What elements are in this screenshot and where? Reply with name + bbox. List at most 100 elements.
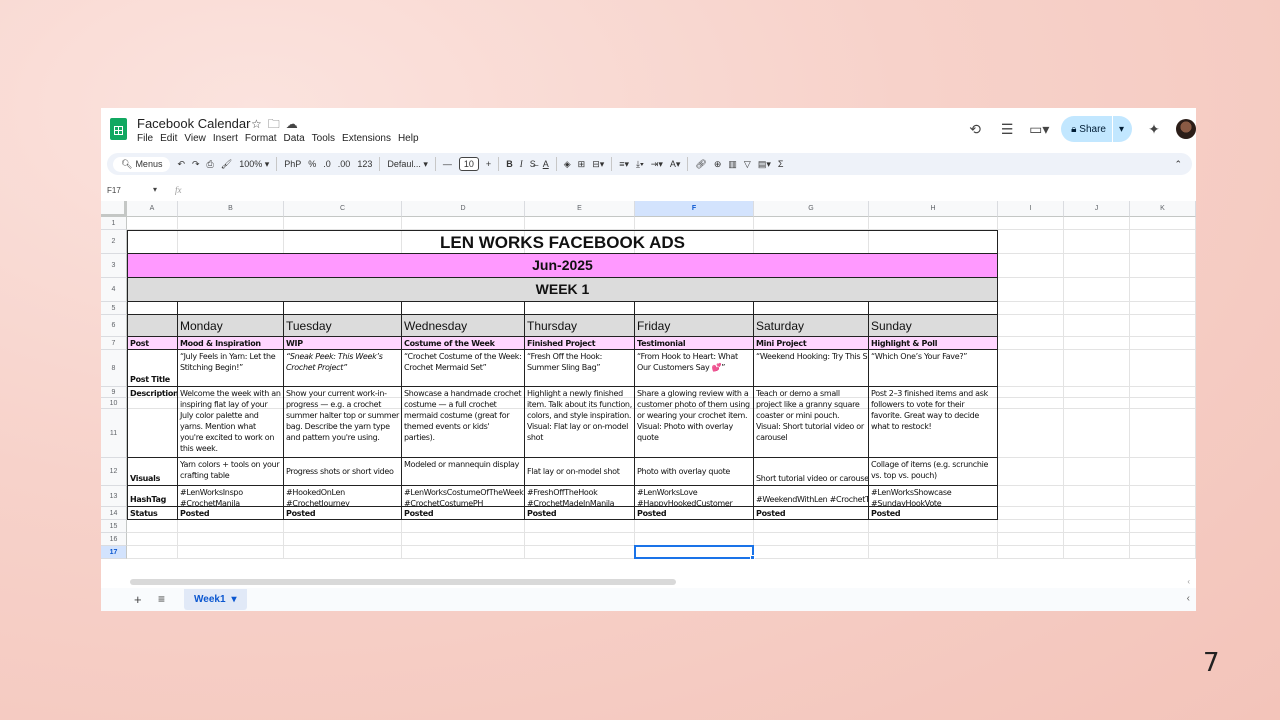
post-type-cell[interactable]: WIP xyxy=(284,337,402,350)
version-history-icon[interactable]: ⟲ xyxy=(965,121,985,138)
spacer-cell[interactable] xyxy=(635,302,754,315)
text-rotation-icon[interactable]: A▾ xyxy=(670,159,681,170)
row-header-1[interactable]: 1 xyxy=(101,217,127,230)
hashtag-cell[interactable]: #LenWorksInspo #CrochetManila xyxy=(178,486,284,507)
name-box[interactable]: F17 xyxy=(107,186,121,195)
row-header-12[interactable]: 12 xyxy=(101,458,127,486)
row-header-14[interactable]: 14 xyxy=(101,507,127,520)
name-box-dropdown-icon[interactable]: ▾ xyxy=(153,185,157,194)
post-title-cell[interactable]: “Sneak Peek: This Week’s Crochet Project… xyxy=(284,350,402,387)
redo-icon[interactable]: ↷ xyxy=(192,159,200,170)
spacer-cell[interactable] xyxy=(284,302,402,315)
row-header-7[interactable]: 7 xyxy=(101,337,127,350)
sheets-logo-icon[interactable] xyxy=(110,118,127,140)
visuals-cell[interactable]: Modeled or mannequin display xyxy=(402,458,525,486)
post-title-cell[interactable]: “From Hook to Heart: What Our Customers … xyxy=(635,350,754,387)
horizontal-align-icon[interactable]: ≡▾ xyxy=(619,159,629,170)
description-cell[interactable]: Highlight a newly finished item. Talk ab… xyxy=(525,387,635,458)
hashtag-cell[interactable]: #FreshOffTheHook #CrochetMadeInManila xyxy=(525,486,635,507)
scroll-right-icon[interactable]: ‹ xyxy=(1187,577,1190,586)
post-title-cell[interactable]: “Crochet Costume of the Week: Crochet Me… xyxy=(402,350,525,387)
menu-format[interactable]: Format xyxy=(245,133,277,144)
active-cell-selection[interactable] xyxy=(634,545,754,559)
select-all-corner[interactable] xyxy=(101,201,127,217)
spacer-cell[interactable] xyxy=(402,302,525,315)
row-header-8[interactable]: 8 xyxy=(101,350,127,387)
insert-link-icon[interactable]: 🔗︎ xyxy=(695,159,706,170)
day-header-friday[interactable]: Friday xyxy=(635,315,754,337)
comments-icon[interactable]: ☰ xyxy=(997,121,1017,138)
collapse-toolbar-icon[interactable]: ⌃ xyxy=(1174,159,1182,170)
row-label-description[interactable]: Description xyxy=(127,387,178,458)
more-formats-button[interactable]: 123 xyxy=(357,159,372,169)
share-dropdown-icon[interactable]: ▾ xyxy=(1119,124,1124,135)
filter-icon[interactable]: ▽ xyxy=(744,159,751,170)
row-label-status[interactable]: Status xyxy=(127,507,178,520)
share-button[interactable]: 🔒︎ Share ▾ xyxy=(1061,116,1132,142)
status-cell[interactable]: Posted xyxy=(635,507,754,520)
all-sheets-icon[interactable]: ≡ xyxy=(158,592,165,606)
menu-insert[interactable]: Insert xyxy=(213,133,238,144)
day-header-saturday[interactable]: Saturday xyxy=(754,315,869,337)
post-type-cell[interactable]: Finished Project xyxy=(525,337,635,350)
post-type-cell[interactable]: Costume of the Week xyxy=(402,337,525,350)
vertical-align-icon[interactable]: ⤓▾ xyxy=(636,159,644,170)
text-color-button[interactable]: A xyxy=(543,159,549,169)
column-header-j[interactable]: J xyxy=(1064,201,1130,217)
functions-icon[interactable]: Σ xyxy=(778,159,784,169)
spacer-cell[interactable] xyxy=(178,302,284,315)
column-header-f[interactable]: F xyxy=(635,201,754,217)
paint-format-icon[interactable]: 🖌︎ xyxy=(221,159,232,170)
zoom-select[interactable]: 100% ▾ xyxy=(239,159,269,170)
month-banner[interactable]: Jun-2025 xyxy=(127,254,998,278)
menu-edit[interactable]: Edit xyxy=(160,133,177,144)
description-cell[interactable]: Post 2–3 finished items and ask follower… xyxy=(869,387,998,458)
description-cell[interactable]: Show your current work-in-progress — e.g… xyxy=(284,387,402,458)
currency-format-button[interactable]: PhP xyxy=(284,159,301,169)
day-header-wednesday[interactable]: Wednesday xyxy=(402,315,525,337)
menus-search[interactable]: 🔍︎ Menus xyxy=(113,156,171,172)
sheet-tab-dropdown-icon[interactable]: ▾ xyxy=(232,594,237,605)
description-cell[interactable]: Share a glowing review with a customer p… xyxy=(635,387,754,458)
meet-camera-icon[interactable]: ▭▾ xyxy=(1029,121,1049,138)
hashtag-cell[interactable]: #LenWorksCostumeOfTheWeek #CrochetCostum… xyxy=(402,486,525,507)
insert-comment-icon[interactable]: ⊕ xyxy=(714,159,722,170)
row-label-post-title[interactable]: Post Title xyxy=(127,350,178,387)
horizontal-scrollbar[interactable] xyxy=(130,579,676,585)
merge-cells-icon[interactable]: ⊟▾ xyxy=(592,159,604,170)
row-label-hashtag[interactable]: HashTag xyxy=(127,486,178,507)
visuals-cell[interactable]: Photo with overlay quote xyxy=(635,458,754,486)
font-size-decrease-icon[interactable]: — xyxy=(443,159,452,169)
status-cell[interactable]: Posted xyxy=(178,507,284,520)
add-sheet-icon[interactable]: + xyxy=(134,592,142,607)
post-type-cell[interactable]: Mini Project xyxy=(754,337,869,350)
row-header-6[interactable]: 6 xyxy=(101,315,127,337)
visuals-cell[interactable]: Progress shots or short video xyxy=(284,458,402,486)
sheet-title[interactable]: LEN WORKS FACEBOOK ADS xyxy=(127,230,998,254)
week-banner[interactable]: WEEK 1 xyxy=(127,278,998,302)
menu-extensions[interactable]: Extensions xyxy=(342,133,391,144)
sheet-tab-week1[interactable]: Week1 ▾ xyxy=(184,589,247,610)
fill-handle[interactable] xyxy=(750,555,755,560)
row-header-10[interactable]: 10 xyxy=(101,398,127,409)
font-size-increase-icon[interactable]: + xyxy=(486,159,491,169)
spacer-cell[interactable] xyxy=(754,302,869,315)
menu-view[interactable]: View xyxy=(184,133,206,144)
font-size-input[interactable]: 10 xyxy=(458,157,479,171)
star-icon[interactable]: ☆ xyxy=(251,117,268,131)
column-header-a[interactable]: A xyxy=(127,201,178,217)
description-cell[interactable]: Showcase a handmade crochet costume — a … xyxy=(402,387,525,458)
spacer-cell[interactable] xyxy=(869,302,998,315)
gemini-sparkle-icon[interactable]: ✦ xyxy=(1144,121,1164,138)
column-header-g[interactable]: G xyxy=(754,201,869,217)
avatar[interactable] xyxy=(1176,119,1196,139)
post-type-cell[interactable]: Highlight & Poll xyxy=(869,337,998,350)
visuals-cell[interactable]: Collage of items (e.g. scrunchie vs. top… xyxy=(869,458,998,486)
status-cell[interactable]: Posted xyxy=(284,507,402,520)
row-header-15[interactable]: 15 xyxy=(101,520,127,533)
strikethrough-icon[interactable]: S̶ xyxy=(530,159,536,169)
post-type-cell[interactable]: Testimonial xyxy=(635,337,754,350)
column-header-b[interactable]: B xyxy=(178,201,284,217)
bold-button[interactable]: B xyxy=(506,159,513,169)
visuals-cell[interactable]: Flat lay or on-model shot xyxy=(525,458,635,486)
